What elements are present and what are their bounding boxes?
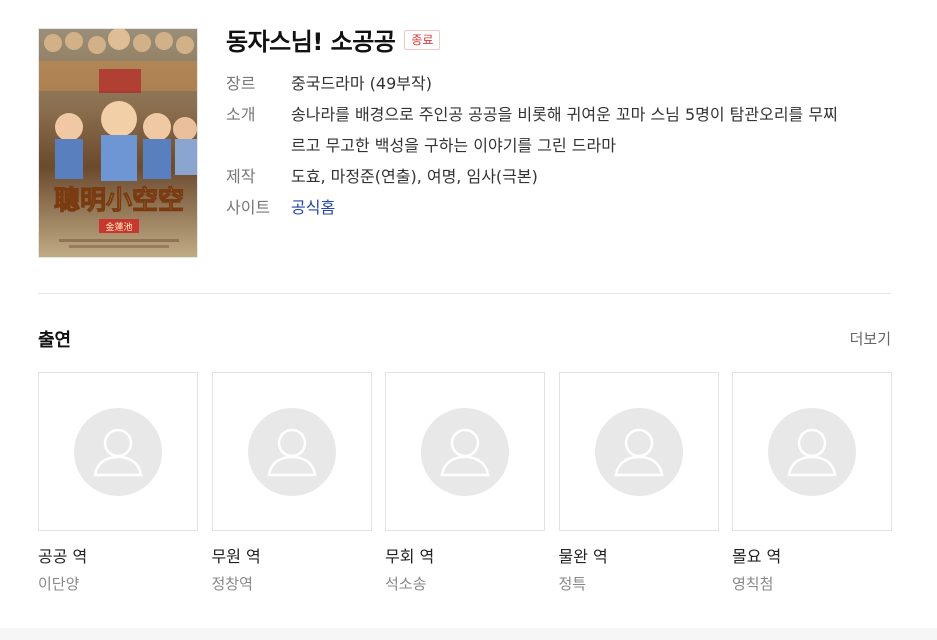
info-label-genre: 장르 <box>226 74 256 93</box>
cast-role: 무원 역 <box>211 547 261 566</box>
cast-actor-name[interactable]: 이단양 <box>38 573 198 594</box>
official-site-link[interactable]: 공식홈 <box>291 192 876 223</box>
cast-photo[interactable] <box>732 372 892 531</box>
info-row-site: 사이트 공식홈 <box>226 192 876 223</box>
info-label-site: 사이트 <box>226 198 271 217</box>
info-value-synopsis: 송나라를 배경으로 주인공 공공을 비롯해 귀여운 꼬마 스님 5명이 탐관오리… <box>291 105 838 155</box>
cast-list: 공공 역 이단양 무원 역 정창역 무회 역 석소송 물완 역 정특 몰요 역 … <box>38 372 892 594</box>
info-row-synopsis: 소개 송나라를 배경으로 주인공 공공을 비롯해 귀여운 꼬마 스님 5명이 탐… <box>226 99 876 161</box>
cast-card[interactable]: 무회 역 석소송 <box>385 372 545 594</box>
info-label-synopsis: 소개 <box>226 105 256 124</box>
footer-band <box>0 628 937 640</box>
cast-role: 공공 역 <box>38 547 88 566</box>
status-badge: 종료 <box>404 29 441 50</box>
cast-photo[interactable] <box>211 372 372 531</box>
cast-role: 물완 역 <box>558 547 608 566</box>
cast-card[interactable]: 몰요 역 영칙첨 <box>732 372 892 594</box>
cast-actor-name[interactable]: 영칙첨 <box>732 573 892 594</box>
title-row: 동자스님! 소공공 종료 <box>226 22 441 57</box>
cast-actor-name[interactable]: 석소송 <box>385 573 545 594</box>
cast-photo[interactable] <box>38 372 198 531</box>
drama-title: 동자스님! 소공공 <box>226 28 396 56</box>
cast-role: 몰요 역 <box>732 547 782 566</box>
cast-section-title: 출연 <box>38 330 72 351</box>
cast-photo[interactable] <box>385 372 545 531</box>
person-silhouette-icon <box>594 407 683 496</box>
cast-more-link[interactable]: 더보기 <box>850 328 891 349</box>
info-value-production: 도효, 마정준(연출), 여명, 임사(극본) <box>291 167 538 186</box>
drama-poster[interactable]: 聰明小空空 金蓮池 <box>38 28 198 258</box>
poster-subtitle: 金蓮池 <box>105 221 132 233</box>
info-value-genre: 중국드라마 (49부작) <box>291 74 432 93</box>
person-silhouette-icon <box>247 407 336 496</box>
info-label-production: 제작 <box>226 167 256 186</box>
section-divider <box>38 293 891 294</box>
cast-role: 무회 역 <box>385 547 435 566</box>
cast-card[interactable]: 물완 역 정특 <box>558 372 719 594</box>
info-row-production: 제작 도효, 마정준(연출), 여명, 임사(극본) <box>226 161 876 192</box>
cast-card[interactable]: 공공 역 이단양 <box>38 372 198 594</box>
poster-headline: 聰明小空空 <box>54 185 184 216</box>
cast-photo[interactable] <box>558 372 719 531</box>
person-silhouette-icon <box>421 407 509 496</box>
person-silhouette-icon <box>74 407 162 496</box>
drama-info: 장르 중국드라마 (49부작) 소개 송나라를 배경으로 주인공 공공을 비롯해… <box>226 68 876 223</box>
cast-actor-name[interactable]: 정특 <box>559 573 719 594</box>
info-row-genre: 장르 중국드라마 (49부작) <box>226 68 876 99</box>
person-silhouette-icon <box>768 407 856 496</box>
cast-card[interactable]: 무원 역 정창역 <box>211 372 372 594</box>
cast-actor-name[interactable]: 정창역 <box>212 573 372 594</box>
poster-image: 聰明小空空 金蓮池 <box>39 29 197 257</box>
